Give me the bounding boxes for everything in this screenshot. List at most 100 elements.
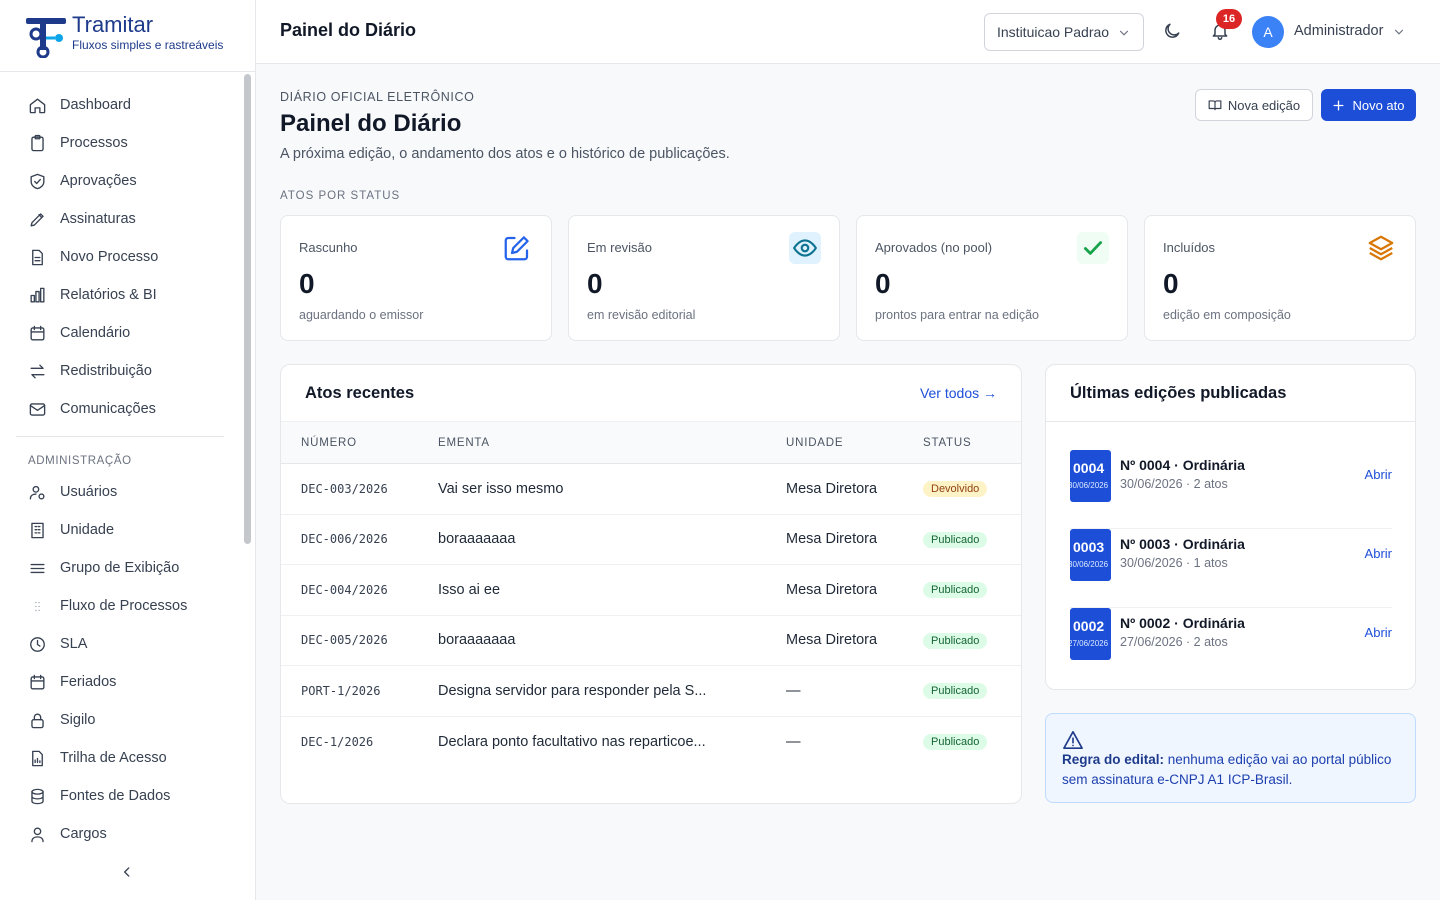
stat-card-aprovados[interactable]: Aprovados (no pool) 0 prontos para entra… [856, 215, 1128, 341]
table-row[interactable]: DEC-004/2026 Isso ai ee Mesa Diretora Pu… [281, 565, 1021, 615]
stat-description: edição em composição [1163, 308, 1291, 322]
stat-description: prontos para entrar na edição [875, 308, 1039, 322]
theme-toggle-button[interactable] [1162, 21, 1182, 46]
stat-card-rascunho[interactable]: Rascunho 0 aguardando o emissor [280, 215, 552, 341]
chevron-left-icon [124, 867, 130, 877]
column-header-status[interactable]: STATUS [923, 422, 1021, 464]
sidebar-item-label: Usuários [60, 484, 118, 500]
open-edition-link[interactable]: Abrir [1365, 625, 1392, 640]
sidebar-item-label: Grupo de Exibição [60, 560, 180, 576]
sidebar-item-label: Sigilo [60, 712, 96, 728]
file-chart-icon [32, 750, 43, 766]
collapse-sidebar-button[interactable] [117, 862, 137, 882]
cell-status: Devolvido [923, 464, 1021, 515]
building-icon [31, 522, 44, 538]
sidebar-item-cargos[interactable]: Cargos [16, 815, 232, 846]
chevron-down-icon[interactable] [1392, 25, 1406, 39]
column-header-ementa[interactable]: EMENTA [438, 422, 786, 464]
table-row[interactable]: DEC-005/2026 boraaaaaaa Mesa Diretora Pu… [281, 615, 1021, 666]
status-badge: Publicado [923, 683, 988, 700]
sidebar-item-label: Calendário [60, 325, 131, 341]
edition-item[interactable]: 0003 30/06/2026 Nº 0003 · Ordinária 30/0… [1070, 529, 1392, 608]
sidebar-item-comunicacoes[interactable]: Comunicações [16, 390, 232, 428]
app-name: Tramitar [72, 11, 154, 37]
sidebar-item-unidade[interactable]: Unidade [16, 511, 232, 549]
page-subtitle: A próxima edição, o andamento dos atos e… [280, 146, 730, 162]
edition-thumbnail: 0002 27/06/2026 [1070, 608, 1111, 660]
edition-title: Nº 0004 · Ordinária [1120, 457, 1245, 473]
sidebar-item-assinaturas[interactable]: Assinaturas [16, 200, 232, 238]
clipboard-icon [31, 134, 44, 151]
new-act-label: Novo ato [1352, 97, 1405, 113]
sidebar-item-redistribuicao[interactable]: Redistribuição [16, 352, 232, 390]
table-row[interactable]: DEC-003/2026 Vai ser isso mesmo Mesa Dir… [281, 464, 1021, 515]
new-edition-label: Nova edição [1227, 97, 1301, 113]
institution-select[interactable]: Instituicao Padrao [984, 13, 1144, 51]
table-row[interactable]: DEC-1/2026 Declara ponto facultativo nas… [281, 716, 1021, 767]
stat-label: Em revisão [587, 240, 653, 255]
app-logo[interactable]: Tramitar Fluxos simples e rastreáveis [0, 0, 255, 72]
sidebar-item-usuarios[interactable]: Usuários [16, 473, 232, 511]
new-edition-button[interactable]: Nova edição [1195, 89, 1313, 121]
cell-unidade: Mesa Diretora [786, 632, 878, 649]
table-row[interactable]: DEC-006/2026 boraaaaaaa Mesa Diretora Pu… [281, 514, 1021, 565]
column-header-numero[interactable]: NÚMERO [281, 422, 438, 464]
sidebar-item-grupo-exibicao[interactable]: Grupo de Exibição [16, 549, 232, 587]
sidebar-item-fontes-dados[interactable]: Fontes de Dados [16, 777, 232, 815]
check-icon [1077, 232, 1109, 264]
recent-acts-card: Atos recentes Ver todos → NÚMERO EMENTA … [280, 364, 1022, 804]
edition-item[interactable]: 0002 27/06/2026 Nº 0002 · Ordinária 27/0… [1070, 608, 1392, 687]
edition-thumbnail: 0003 30/06/2026 [1070, 529, 1111, 581]
edition-thumb-date: 27/06/2026 [1070, 639, 1109, 648]
sidebar-item-relatorios[interactable]: Relatórios & BI [16, 276, 232, 314]
table-row[interactable]: PORT-1/2026 Designa servidor para respon… [281, 666, 1021, 717]
sidebar-item-label: Feriados [60, 674, 117, 690]
sidebar-item-sla[interactable]: SLA [16, 625, 232, 663]
sidebar-item-processos[interactable]: Processos [16, 124, 232, 162]
sidebar-item-sigilo[interactable]: Sigilo [16, 701, 232, 739]
chevron-down-icon [1119, 30, 1129, 36]
status-badge: Publicado [923, 531, 988, 548]
notice-text: Regra do edital: nenhuma edição vai ao p… [1062, 750, 1407, 790]
open-edition-link[interactable]: Abrir [1365, 467, 1392, 482]
cell-unidade: Mesa Diretora [786, 480, 878, 497]
sidebar-item-label: Cargos [60, 826, 107, 842]
column-header-unidade[interactable]: UNIDADE [786, 422, 923, 464]
eye-icon [789, 232, 821, 264]
cell-ementa: boraaaaaaa [438, 531, 516, 548]
sidebar-item-fluxo-processos[interactable]: Fluxo de Processos [16, 587, 232, 625]
list-icon [30, 563, 45, 573]
clock-icon [30, 636, 45, 652]
sidebar-item-feriados[interactable]: Feriados [16, 663, 232, 701]
cell-numero: DEC-005/2026 [301, 633, 388, 648]
stat-card-em-revisao[interactable]: Em revisão 0 em revisão editorial [568, 215, 840, 341]
cell-numero: DEC-1/2026 [301, 734, 374, 749]
cell-status: Publicado [923, 666, 1021, 717]
page-title: Painel do Diário [280, 110, 462, 137]
user-name[interactable]: Administrador [1294, 23, 1383, 39]
open-edition-link[interactable]: Abrir [1365, 546, 1392, 561]
edition-item[interactable]: 0004 30/06/2026 Nº 0004 · Ordinária 30/0… [1070, 450, 1392, 529]
sidebar-scrollbar[interactable] [244, 74, 251, 544]
sidebar-item-calendario[interactable]: Calendário [16, 314, 232, 352]
sidebar-item-trilha-acesso[interactable]: Trilha de Acesso [16, 739, 232, 777]
sidebar-item-label: SLA [60, 636, 88, 652]
edition-meta: 30/06/2026 · 1 atos [1120, 556, 1228, 570]
edition-thumb-number: 0003 [1073, 539, 1105, 555]
sidebar-item-dashboard[interactable]: Dashboard [16, 86, 232, 124]
sidebar-item-label: Novo Processo [60, 249, 159, 265]
sidebar-item-novo-processo[interactable]: Novo Processo [16, 238, 232, 276]
cell-ementa: Vai ser isso mesmo [438, 480, 564, 497]
bar-chart-icon [30, 287, 45, 303]
edition-title: Nº 0003 · Ordinária [1120, 536, 1245, 552]
avatar[interactable]: A [1252, 16, 1284, 48]
stat-card-incluidos[interactable]: Incluídos 0 edição em composição [1144, 215, 1416, 341]
card-divider [1046, 421, 1415, 422]
see-all-link[interactable]: Ver todos → [920, 385, 997, 401]
sidebar-item-label: Relatórios & BI [60, 287, 157, 303]
layers-icon [1365, 232, 1397, 264]
stat-value: 0 [1163, 268, 1179, 299]
sidebar-item-aprovacoes[interactable]: Aprovações [16, 162, 232, 200]
calendar-icon [30, 674, 45, 690]
new-act-button[interactable]: Novo ato [1321, 89, 1416, 121]
